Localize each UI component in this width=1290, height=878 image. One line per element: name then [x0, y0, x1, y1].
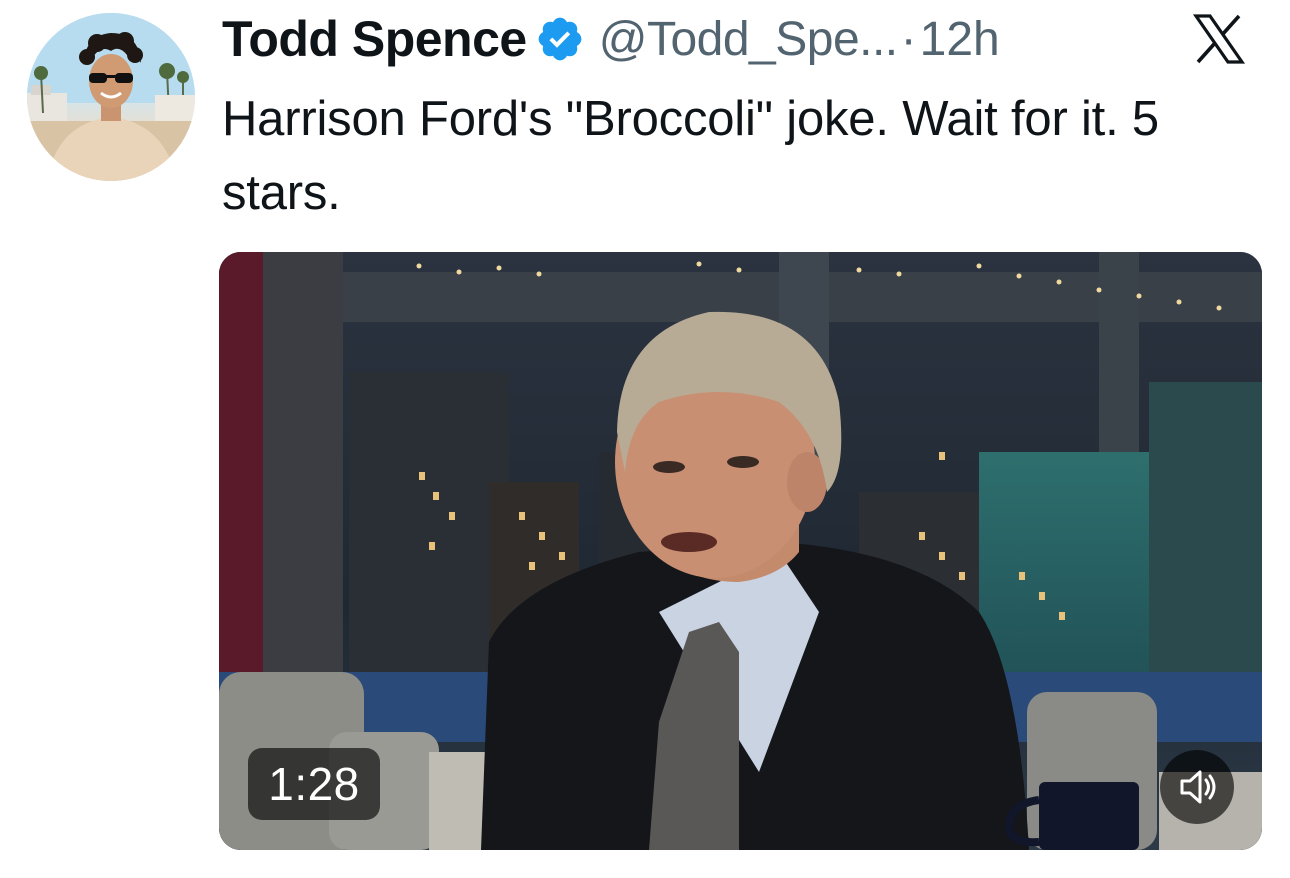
tweet-header: Todd Spence @Todd_Spe... · 12h: [222, 8, 1000, 70]
verified-badge-icon[interactable]: [535, 14, 585, 64]
tweet-timestamp[interactable]: 12h: [920, 12, 1000, 67]
avatar[interactable]: [27, 13, 195, 181]
speaker-muted-icon[interactable]: [1160, 750, 1234, 824]
tweet-text: Harrison Ford's "Broccoli" joke. Wait fo…: [222, 92, 1159, 220]
video-duration-badge: 1:28: [248, 748, 380, 820]
x-logo-icon: [1180, 14, 1258, 64]
separator-dot: ·: [900, 12, 917, 66]
tweet-card[interactable]: Todd Spence @Todd_Spe... · 12h Harrison …: [0, 0, 1290, 878]
author-handle[interactable]: @Todd_Spe...: [599, 12, 898, 67]
author-display-name[interactable]: Todd Spence: [222, 10, 527, 68]
